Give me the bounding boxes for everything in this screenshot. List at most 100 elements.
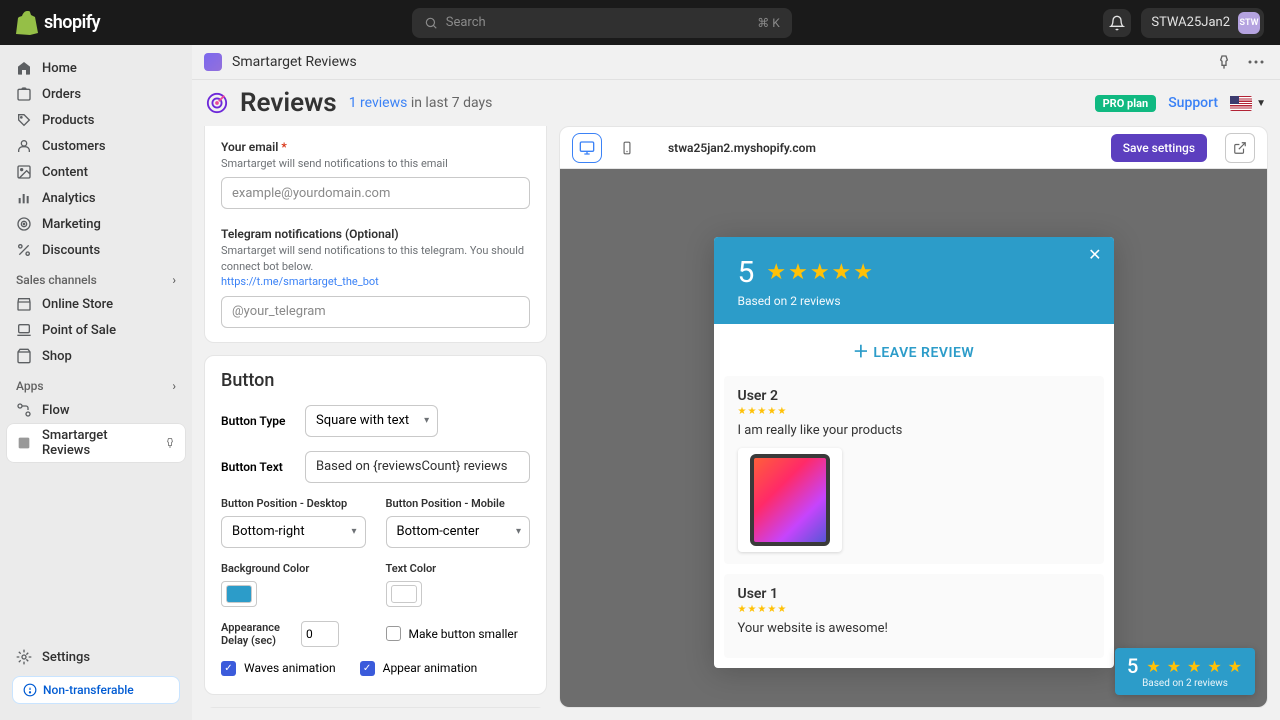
leave-review-button[interactable]: ＋LEAVE REVIEW (714, 324, 1114, 376)
text-color-picker[interactable] (386, 581, 422, 607)
search-shortcut: ⌘ K (757, 16, 780, 30)
nav-discounts[interactable]: Discounts (6, 237, 186, 263)
waves-label: Waves animation (244, 661, 336, 675)
support-link[interactable]: Support (1168, 95, 1218, 111)
marketing-icon (16, 216, 32, 232)
pin-button[interactable] (1212, 50, 1236, 74)
pos-icon (16, 322, 32, 338)
appear-checkbox[interactable]: ✓ (360, 661, 375, 676)
button-text-input[interactable] (305, 451, 530, 483)
email-label: Your email * (221, 140, 530, 154)
telegram-label: Telegram notifications (Optional) (221, 227, 530, 241)
nav-orders[interactable]: Orders (6, 81, 186, 107)
topbar: shopify Search ⌘ K STWA25Jan2 STW (0, 0, 1280, 45)
more-button[interactable] (1244, 50, 1268, 74)
customers-icon (16, 138, 32, 154)
avatar: STW (1238, 12, 1260, 34)
review-image[interactable] (738, 448, 842, 552)
button-type-select[interactable]: Square with text (305, 405, 438, 437)
pos-mobile-select[interactable]: Bottom-center (386, 516, 531, 548)
pin-icon[interactable] (164, 437, 176, 449)
text-color-label: Text Color (386, 562, 531, 575)
nav-content[interactable]: Content (6, 159, 186, 185)
preview-panel: stwa25jan2.myshopify.com Save settings ✕… (559, 126, 1268, 708)
preview-toolbar: stwa25jan2.myshopify.com Save settings (560, 127, 1267, 169)
content-icon (16, 164, 32, 180)
nav-analytics[interactable]: Analytics (6, 185, 186, 211)
pos-mobile-label: Button Position - Mobile (386, 497, 531, 510)
pos-desktop-select[interactable]: Bottom-right (221, 516, 366, 548)
shop-icon (16, 348, 32, 364)
save-button[interactable]: Save settings (1111, 134, 1207, 162)
nav-flow[interactable]: Flow (6, 397, 186, 423)
smaller-label: Make button smaller (409, 627, 518, 641)
nav-shop[interactable]: Shop (6, 343, 186, 369)
chevron-right-icon: › (172, 379, 176, 393)
pro-badge: PRO plan (1095, 95, 1157, 112)
button-type-label: Button Type (221, 414, 291, 428)
desktop-preview-button[interactable] (572, 133, 602, 163)
float-stars: ★ ★ ★ ★ ★ (1146, 657, 1243, 676)
delay-input[interactable] (301, 621, 339, 647)
nav-smartarget-reviews[interactable]: Smartarget Reviews (6, 423, 186, 463)
review-user: User 1 (738, 586, 1090, 602)
app-header-title: Smartarget Reviews (232, 54, 357, 70)
reviews-header: Reviews 1 reviews in last 7 days PRO pla… (192, 80, 1280, 126)
nav-home[interactable]: Home (6, 55, 186, 81)
review-text: Your website is awesome! (738, 621, 1090, 636)
search-icon (424, 16, 438, 30)
nav-customers[interactable]: Customers (6, 133, 186, 159)
review-stars: ★★★★★ (738, 406, 1090, 417)
app-icon (16, 435, 32, 451)
open-external-button[interactable] (1225, 133, 1255, 163)
analytics-icon (16, 190, 32, 206)
email-help: Smartarget will send notifications to th… (221, 156, 530, 171)
nontransferable-badge: Non-transferable (12, 676, 180, 704)
notifications-button[interactable] (1103, 9, 1131, 37)
preview-url: stwa25jan2.myshopify.com (668, 141, 816, 155)
review-text: I am really like your products (738, 423, 1090, 438)
nav-marketing[interactable]: Marketing (6, 211, 186, 237)
widget-close-button[interactable]: ✕ (1088, 245, 1101, 264)
plus-icon: ＋ (853, 342, 870, 361)
bg-color-picker[interactable] (221, 581, 257, 607)
nav-settings[interactable]: Settings (6, 644, 186, 670)
waves-checkbox[interactable]: ✓ (221, 661, 236, 676)
bell-icon (1109, 15, 1125, 31)
email-input[interactable] (221, 177, 530, 209)
widget-stars: ★★★★★ (766, 260, 875, 285)
products-icon (16, 112, 32, 128)
review-item: User 1 ★★★★★ Your website is awesome! (724, 574, 1104, 658)
widget-header: ✕ 5 ★★★★★ Based on 2 reviews (714, 237, 1114, 324)
review-item: User 2 ★★★★★ I am really like your produ… (724, 376, 1104, 564)
main-header: Smartarget Reviews (192, 45, 1280, 80)
search-input[interactable]: Search ⌘ K (412, 8, 792, 38)
user-menu[interactable]: STWA25Jan2 STW (1141, 8, 1264, 38)
reviews-count-link[interactable]: 1 reviews (349, 95, 408, 111)
gear-icon (16, 649, 32, 665)
logo[interactable]: shopify (16, 11, 100, 35)
page-title: Reviews (240, 88, 337, 118)
language-select[interactable]: ▼ (1230, 96, 1266, 111)
floating-reviews-button[interactable]: 5★ ★ ★ ★ ★ Based on 2 reviews (1115, 648, 1255, 695)
smaller-checkbox[interactable] (386, 626, 401, 641)
telegram-input[interactable] (221, 296, 530, 328)
nav-online-store[interactable]: Online Store (6, 291, 186, 317)
float-based: Based on 2 reviews (1127, 678, 1243, 689)
nav-pos[interactable]: Point of Sale (6, 317, 186, 343)
delay-label: Appearance Delay (sec) (221, 621, 291, 647)
widget-based-text: Based on 2 reviews (738, 294, 1090, 308)
target-icon (206, 92, 228, 114)
button-section-title: Button (221, 370, 530, 391)
mobile-preview-button[interactable] (612, 133, 642, 163)
review-stars: ★★★★★ (738, 604, 1090, 615)
appear-label: Appear animation (383, 661, 478, 675)
telegram-bot-link[interactable]: https://t.me/smartarget_the_bot (221, 275, 379, 288)
widget-score: 5 (738, 255, 755, 290)
logo-text: shopify (44, 12, 100, 33)
apps-header[interactable]: Apps› (6, 369, 186, 397)
flow-icon (16, 402, 32, 418)
sales-channels-header[interactable]: Sales channels› (6, 263, 186, 291)
review-user: User 2 (738, 388, 1090, 404)
nav-products[interactable]: Products (6, 107, 186, 133)
